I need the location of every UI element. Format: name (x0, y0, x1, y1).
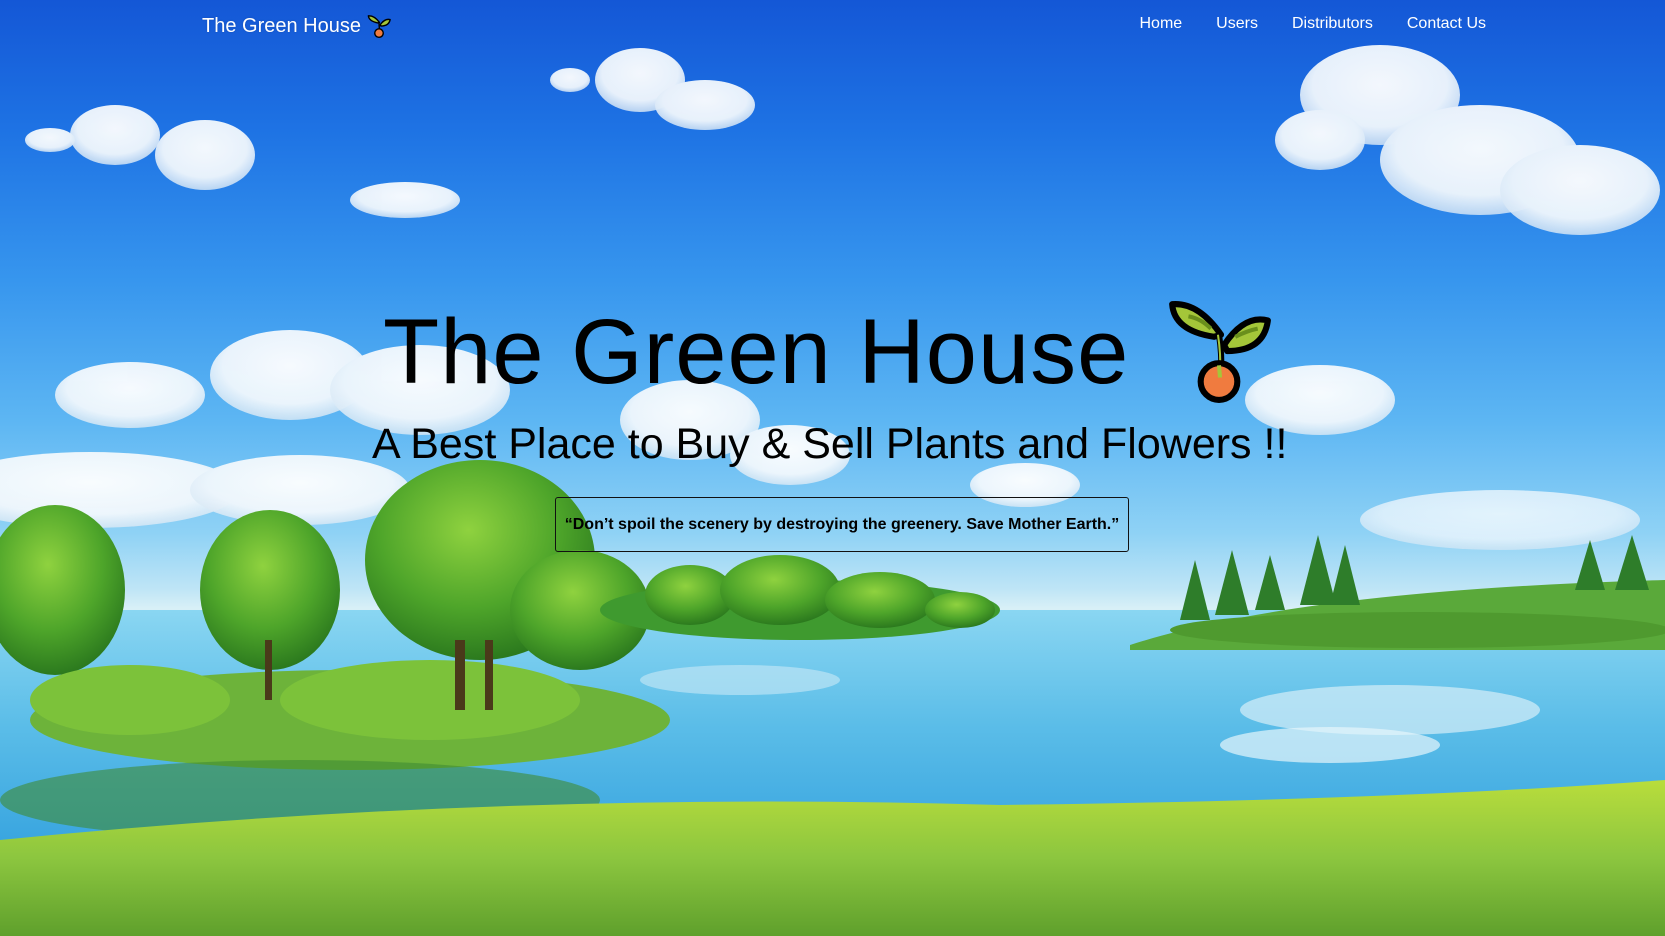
hero-heading: The Green House (383, 298, 1275, 406)
seedling-icon (367, 15, 391, 39)
nav-link-distributors[interactable]: Distributors (1292, 15, 1373, 33)
top-navbar: The Green House Home Users Distributors … (0, 0, 1665, 50)
quote-text: “Don’t spoil the scenery by destroying t… (564, 515, 1120, 533)
middle-trees (600, 555, 1000, 640)
brand-link[interactable]: The Green House (202, 13, 391, 39)
nav-link-users[interactable]: Users (1216, 15, 1258, 33)
right-trees (1130, 535, 1665, 650)
nav-link-home[interactable]: Home (1139, 15, 1182, 33)
hero-subtitle: A Best Place to Buy & Sell Plants and Fl… (372, 420, 1288, 468)
nav-link-contact-us[interactable]: Contact Us (1407, 15, 1486, 33)
hero-title: The Green House (383, 301, 1130, 403)
brand-name: The Green House (202, 14, 361, 37)
nav-links: Home Users Distributors Contact Us (1139, 15, 1486, 33)
seedling-icon (1169, 301, 1272, 403)
quote-box: “Don’t spoil the scenery by destroying t… (555, 497, 1129, 552)
landing-page: The Green House Home Users Distributors … (0, 0, 1665, 936)
